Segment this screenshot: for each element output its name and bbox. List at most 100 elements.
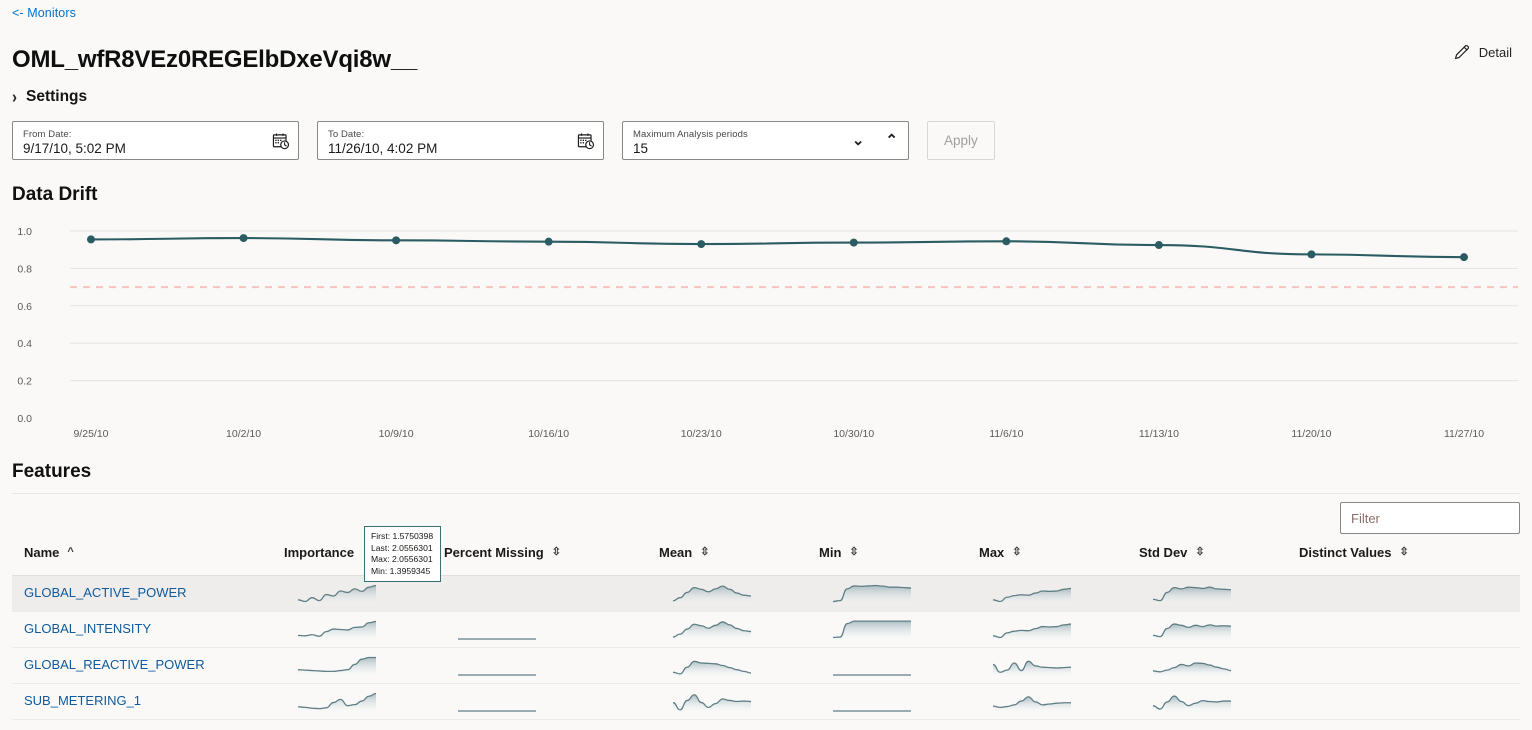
max-analysis-periods-field[interactable]: Maximum Analysis periods 15 ⌄ ⌃: [622, 121, 909, 160]
svg-text:1.0: 1.0: [17, 226, 32, 238]
table-row[interactable]: GLOBAL_ACTIVE_POWER: [12, 575, 1520, 612]
svg-text:0.6: 0.6: [17, 301, 32, 313]
sparkline[interactable]: [993, 580, 1071, 606]
apply-button[interactable]: Apply: [927, 121, 995, 160]
sparkline[interactable]: [993, 652, 1071, 678]
sort-icon[interactable]: ⇳: [700, 547, 709, 558]
sparkline[interactable]: [1153, 580, 1231, 606]
cell-mean: [659, 611, 819, 648]
to-date-field[interactable]: To Date: 11/26/10, 4:02 PM: [317, 121, 604, 160]
column-header-name[interactable]: Name ^: [12, 541, 284, 576]
column-header-max[interactable]: Max ⇳: [979, 541, 1139, 576]
sort-icon[interactable]: ⇳: [849, 547, 858, 558]
sparkline[interactable]: [833, 580, 911, 606]
chart-data-point[interactable]: [1154, 241, 1163, 250]
chart-data-point[interactable]: [87, 235, 95, 244]
table-row[interactable]: GLOBAL_INTENSITY: [12, 611, 1520, 648]
from-date-field[interactable]: From Date: 9/17/10, 5:02 PM: [12, 121, 299, 160]
sparkline[interactable]: [833, 652, 911, 678]
cell-sd: [1139, 611, 1299, 648]
table-row[interactable]: GLOBAL_REACTIVE_POWER: [12, 647, 1520, 684]
chart-data-point[interactable]: [392, 236, 401, 245]
sparkline[interactable]: [298, 616, 376, 642]
chart-x-axis-ticks: 9/25/10 10/2/10 10/9/10 10/16/10 10/23/10 10/…: [73, 428, 1484, 440]
to-date-label: To Date:: [328, 128, 365, 140]
chart-data-point[interactable]: [1460, 253, 1468, 262]
max-analysis-periods-value: 15: [633, 140, 649, 156]
sparkline[interactable]: [673, 688, 751, 714]
chart-data-point[interactable]: [849, 238, 858, 247]
sparkline[interactable]: [1153, 688, 1231, 714]
caret-up-icon[interactable]: ^: [67, 547, 73, 558]
column-header-percent-missing[interactable]: Percent Missing ⇳: [444, 541, 659, 576]
sparkline[interactable]: [993, 688, 1071, 714]
detail-button[interactable]: Detail: [1449, 41, 1516, 64]
filter-input[interactable]: [1340, 502, 1520, 534]
sparkline[interactable]: [458, 652, 536, 678]
chart-data-point[interactable]: [1002, 237, 1011, 246]
cell-min: [819, 647, 979, 684]
from-date-value: 9/17/10, 5:02 PM: [23, 140, 126, 156]
breadcrumb-monitors-link[interactable]: <- Monitors: [12, 6, 76, 20]
cell-pm: [444, 611, 659, 648]
tooltip-first: First: 1.5750398: [371, 531, 434, 541]
sort-icon[interactable]: ⇳: [1195, 547, 1204, 558]
svg-text:9/25/10: 9/25/10: [73, 428, 108, 440]
sparkline[interactable]: [458, 616, 536, 642]
svg-text:11/20/10: 11/20/10: [1291, 428, 1331, 440]
cell-max: [979, 683, 1139, 720]
column-header-min[interactable]: Min ⇳: [819, 541, 979, 576]
column-label-importance: Importance: [284, 545, 355, 561]
cell-max: [979, 575, 1139, 612]
chart-data-point[interactable]: [544, 237, 553, 246]
sparkline[interactable]: [673, 580, 751, 606]
sparkline[interactable]: [673, 616, 751, 642]
cell-sd: [1139, 647, 1299, 684]
chart-data-point[interactable]: [697, 240, 706, 249]
column-header-std-dev[interactable]: Std Dev ⇳: [1139, 541, 1299, 576]
sparkline[interactable]: [458, 688, 536, 714]
feature-name-link[interactable]: SUB_METERING_1: [12, 693, 141, 708]
chart-data-point[interactable]: [1307, 250, 1316, 259]
sparkline[interactable]: [833, 688, 911, 714]
calendar-clock-icon[interactable]: [272, 132, 290, 150]
chevron-right-icon: ›: [12, 87, 17, 107]
calendar-clock-icon[interactable]: [577, 132, 595, 150]
sparkline[interactable]: [1153, 652, 1231, 678]
column-header-mean[interactable]: Mean ⇳: [659, 541, 819, 576]
settings-disclosure[interactable]: › Settings: [12, 88, 87, 106]
feature-name-link[interactable]: GLOBAL_ACTIVE_POWER: [12, 585, 187, 600]
sort-icon[interactable]: ⇳: [1399, 547, 1408, 558]
svg-text:10/30/10: 10/30/10: [833, 428, 874, 440]
settings-controls: From Date: 9/17/10, 5:02 PM To Date: 11/…: [12, 121, 995, 160]
cell-name: GLOBAL_REACTIVE_POWER: [12, 647, 284, 684]
chart-data-point[interactable]: [239, 234, 248, 243]
sort-icon[interactable]: ⇳: [1012, 547, 1021, 558]
sparkline[interactable]: [1153, 616, 1231, 642]
detail-button-label: Detail: [1478, 45, 1512, 60]
feature-name-link[interactable]: GLOBAL_REACTIVE_POWER: [12, 657, 205, 672]
table-row[interactable]: SUB_METERING_1: [12, 683, 1520, 720]
chart-y-axis-ticks: 0.0 0.2 0.4 0.6 0.8 1.0: [17, 226, 32, 425]
chevron-down-icon[interactable]: ⌄: [852, 133, 865, 148]
features-header-row: Name ^ Importance Percent Missing ⇳ Mean…: [12, 541, 1520, 576]
sparkline[interactable]: [993, 616, 1071, 642]
column-header-distinct-values[interactable]: Distinct Values ⇳: [1299, 541, 1520, 576]
svg-text:10/16/10: 10/16/10: [528, 428, 569, 440]
toolbar-divider: [12, 493, 1520, 494]
sparkline[interactable]: [298, 580, 376, 606]
chevron-up-icon[interactable]: ⌃: [885, 133, 898, 148]
svg-text:0.4: 0.4: [17, 338, 32, 350]
cell-imp: [284, 611, 444, 648]
max-analysis-periods-label: Maximum Analysis periods: [633, 128, 748, 140]
sparkline[interactable]: [298, 652, 376, 678]
cell-sd: [1139, 575, 1299, 612]
column-label-name: Name: [24, 545, 60, 561]
stepper-buttons: ⌄ ⌃: [852, 122, 898, 159]
sort-icon[interactable]: ⇳: [552, 547, 561, 558]
sparkline[interactable]: [673, 652, 751, 678]
sparkline[interactable]: [298, 688, 376, 714]
sparkline[interactable]: [833, 616, 911, 642]
feature-name-link[interactable]: GLOBAL_INTENSITY: [12, 621, 151, 636]
data-drift-chart: 0.0 0.2 0.4 0.6 0.8 1.0 9/25/10 10/2/10 10/9/10…: [0, 218, 1532, 446]
